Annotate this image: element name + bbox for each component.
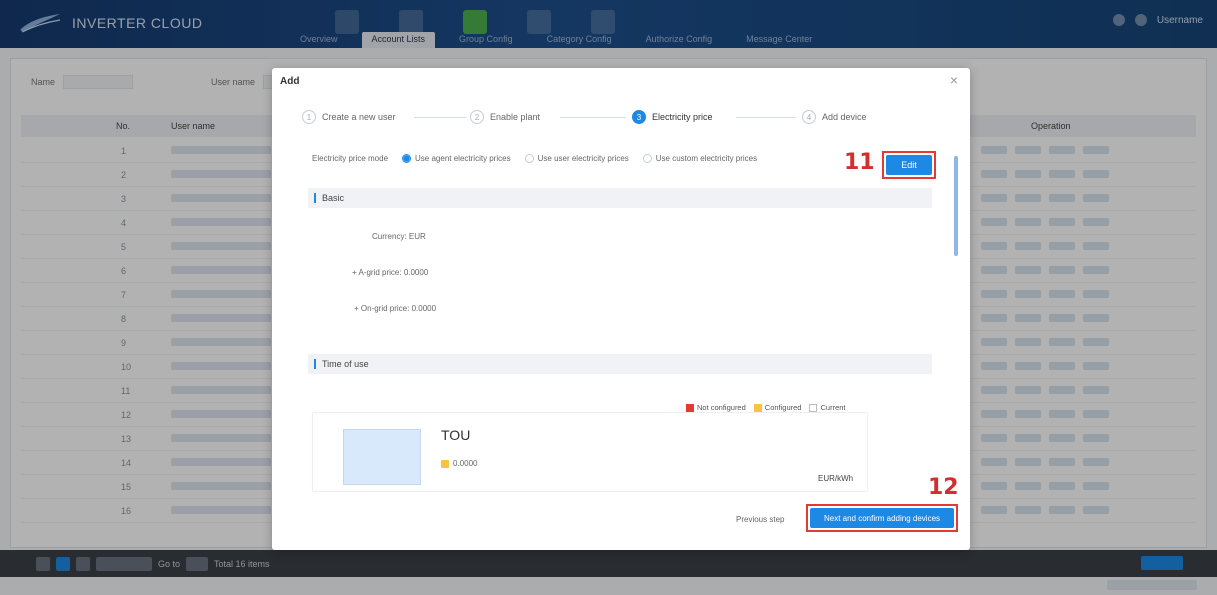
step-number: 4 xyxy=(802,110,816,124)
section-tou-title: Time of use xyxy=(322,359,369,369)
legend-configured: Configured xyxy=(753,403,802,413)
tou-price-swatch xyxy=(441,459,449,468)
callout-number-11: 11 xyxy=(844,150,875,175)
currency-row: Currency: EUR xyxy=(372,232,426,241)
radio-user-prices[interactable]: Use user electricity prices xyxy=(524,154,629,163)
legend-swatch xyxy=(809,404,818,413)
radio-dot xyxy=(642,154,652,163)
modal-scrollbar[interactable] xyxy=(954,156,958,256)
section-basic-title: Basic xyxy=(322,193,345,203)
legend-label: Configured xyxy=(764,403,802,412)
step-label: Enable plant xyxy=(490,112,541,122)
on-grid-price-label: + On-grid price: xyxy=(354,304,410,313)
legend-current: Current xyxy=(809,403,846,413)
radio-label: Use user electricity prices xyxy=(537,154,629,163)
step-number: 1 xyxy=(302,110,316,124)
step-number: 2 xyxy=(470,110,484,124)
previous-step-link[interactable]: Previous step xyxy=(736,515,784,524)
tou-price-row: 0.0000 xyxy=(441,459,477,468)
radio-label: Use agent electricity prices xyxy=(415,154,511,163)
tou-legend: Not configured Configured Current xyxy=(686,403,846,413)
step-add-device: 4 Add device xyxy=(802,110,867,124)
close-icon[interactable]: × xyxy=(950,72,958,88)
step-label: Electricity price xyxy=(652,112,713,122)
grid-price-row: + A-grid price: 0.0000 xyxy=(352,268,428,277)
step-label: Add device xyxy=(822,112,867,122)
section-basic: Basic xyxy=(308,188,932,208)
currency-label: Currency: xyxy=(372,232,407,241)
price-mode-row: Electricity price mode Use agent electri… xyxy=(312,154,757,163)
step-create-user: 1 Create a new user xyxy=(302,110,396,124)
step-connector xyxy=(736,117,796,118)
radio-agent-prices[interactable]: Use agent electricity prices xyxy=(402,154,511,163)
modal-title: Add xyxy=(280,76,300,87)
legend-not-configured: Not configured xyxy=(686,403,746,413)
add-user-modal: Add × 1 Create a new user 2 Enable plant… xyxy=(272,68,970,550)
step-connector xyxy=(560,117,626,118)
grid-price-label: + A-grid price: xyxy=(352,268,402,277)
next-confirm-button[interactable]: Next and confirm adding devices xyxy=(810,508,954,528)
step-connector xyxy=(414,117,466,118)
tou-title: TOU xyxy=(441,427,471,443)
callout-number-12: 12 xyxy=(928,475,959,500)
step-indicator: 1 Create a new user 2 Enable plant 3 Ele… xyxy=(302,110,902,130)
section-time-of-use: Time of use xyxy=(308,354,932,374)
radio-custom-prices[interactable]: Use custom electricity prices xyxy=(642,154,758,163)
legend-swatch xyxy=(753,404,762,413)
tou-color-block[interactable] xyxy=(343,429,421,485)
currency-value: EUR xyxy=(408,232,426,241)
step-electricity-price: 3 Electricity price xyxy=(632,110,713,124)
on-grid-price-row: + On-grid price: 0.0000 xyxy=(354,304,436,313)
edit-button[interactable]: Edit xyxy=(886,155,932,175)
step-enable-plant: 2 Enable plant xyxy=(470,110,540,124)
tou-card: TOU 0.0000 xyxy=(312,412,868,492)
legend-label: Not configured xyxy=(697,403,746,412)
legend-swatch xyxy=(686,404,694,413)
tou-price-value: 0.0000 xyxy=(453,459,478,468)
radio-dot xyxy=(524,154,534,163)
grid-price-value: 0.0000 xyxy=(403,268,429,277)
step-label: Create a new user xyxy=(322,112,396,122)
radio-label: Use custom electricity prices xyxy=(655,154,758,163)
radio-dot xyxy=(402,154,412,163)
step-number: 3 xyxy=(632,110,646,124)
on-grid-price-value: 0.0000 xyxy=(411,304,437,313)
legend-label: Current xyxy=(820,403,846,412)
price-mode-label: Electricity price mode xyxy=(312,154,389,163)
tou-unit: EUR/kWh xyxy=(818,474,854,483)
